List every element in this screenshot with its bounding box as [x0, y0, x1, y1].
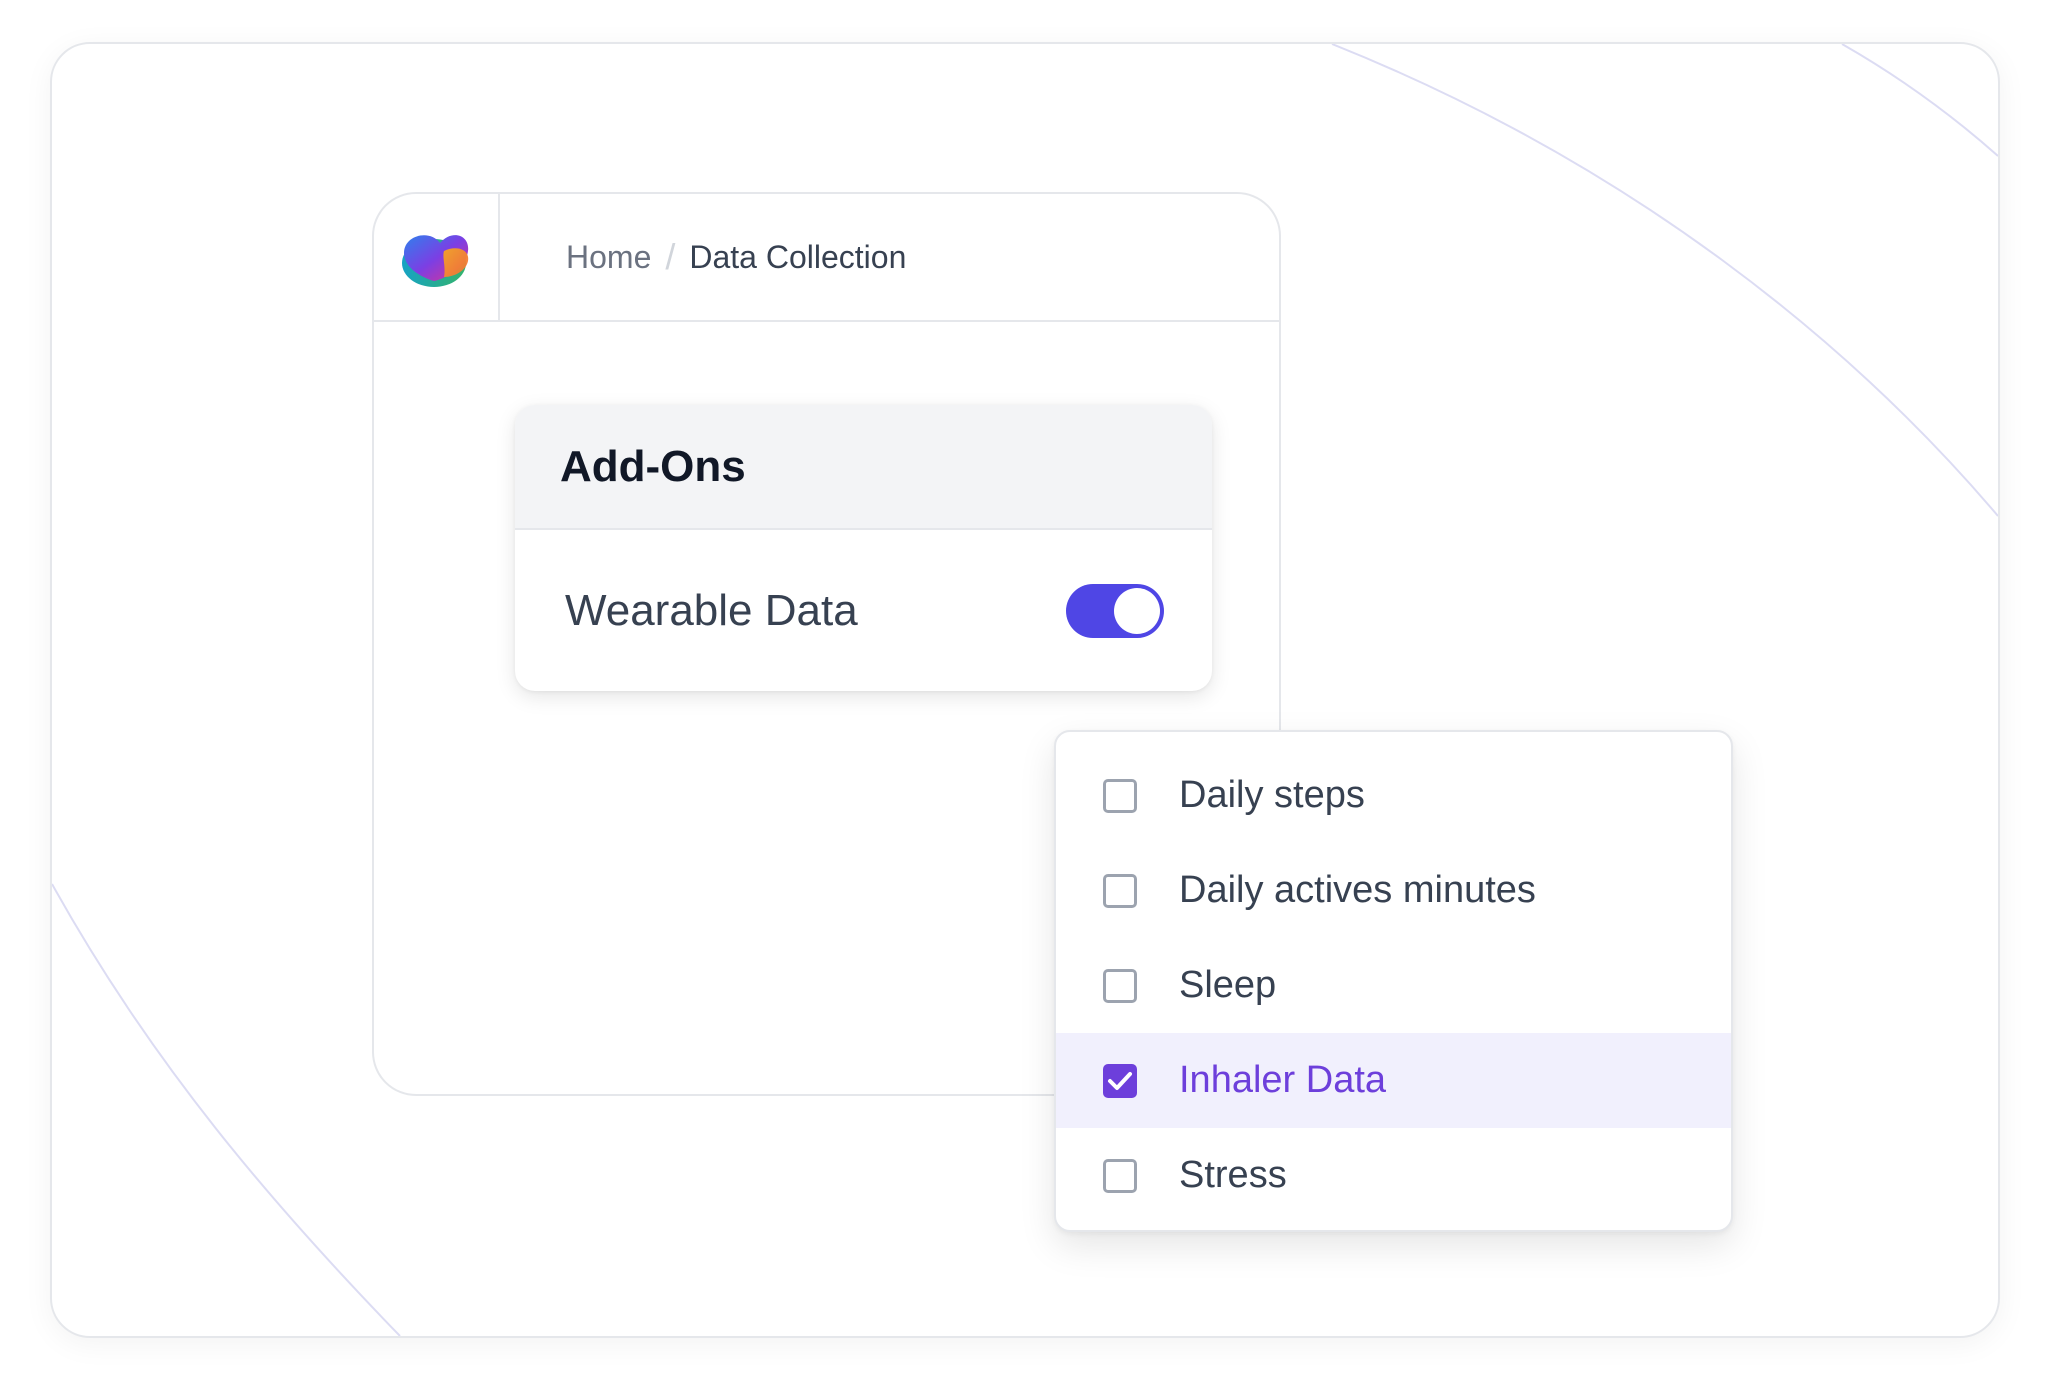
toggle-knob — [1114, 587, 1160, 634]
brand-logo-icon[interactable] — [400, 225, 472, 289]
checkbox[interactable] — [1103, 968, 1137, 1003]
checkbox[interactable] — [1103, 1158, 1137, 1193]
option-label: Inhaler Data — [1179, 1059, 1387, 1101]
addons-title: Add-Ons — [560, 441, 746, 491]
breadcrumb: Home / Data Collection — [566, 194, 906, 320]
option-stress[interactable]: Stress — [1056, 1128, 1731, 1223]
breadcrumb-separator: / — [665, 236, 676, 277]
option-daily-active-minutes[interactable]: Daily actives minutes — [1056, 843, 1731, 938]
option-label: Daily steps — [1179, 774, 1365, 816]
option-daily-steps[interactable]: Daily steps — [1056, 748, 1731, 843]
option-label: Sleep — [1179, 964, 1277, 1006]
wearable-data-label: Wearable Data — [565, 585, 858, 635]
option-label: Stress — [1179, 1154, 1287, 1196]
wearable-data-toggle[interactable] — [1066, 583, 1164, 638]
outer-card: Home / Data Collection Add-Ons Wearable … — [50, 42, 2000, 1338]
checkmark-icon — [1108, 1071, 1132, 1090]
option-sleep[interactable]: Sleep — [1056, 938, 1731, 1033]
addons-header: Add-Ons — [515, 405, 1212, 530]
wearable-data-row: Wearable Data — [515, 530, 1212, 691]
option-label: Daily actives minutes — [1179, 869, 1536, 911]
app-header: Home / Data Collection — [374, 194, 1279, 322]
checkbox-checked[interactable] — [1103, 1063, 1137, 1098]
breadcrumb-current: Data Collection — [689, 238, 907, 275]
data-options-dropdown: Daily steps Daily actives minutes Sleep … — [1054, 730, 1733, 1232]
checkbox[interactable] — [1103, 778, 1137, 813]
addons-panel: Add-Ons Wearable Data — [515, 405, 1212, 691]
logo-cell — [374, 194, 500, 320]
option-inhaler-data[interactable]: Inhaler Data — [1056, 1033, 1731, 1128]
breadcrumb-home-link[interactable]: Home — [566, 239, 651, 276]
checkbox[interactable] — [1103, 873, 1137, 908]
